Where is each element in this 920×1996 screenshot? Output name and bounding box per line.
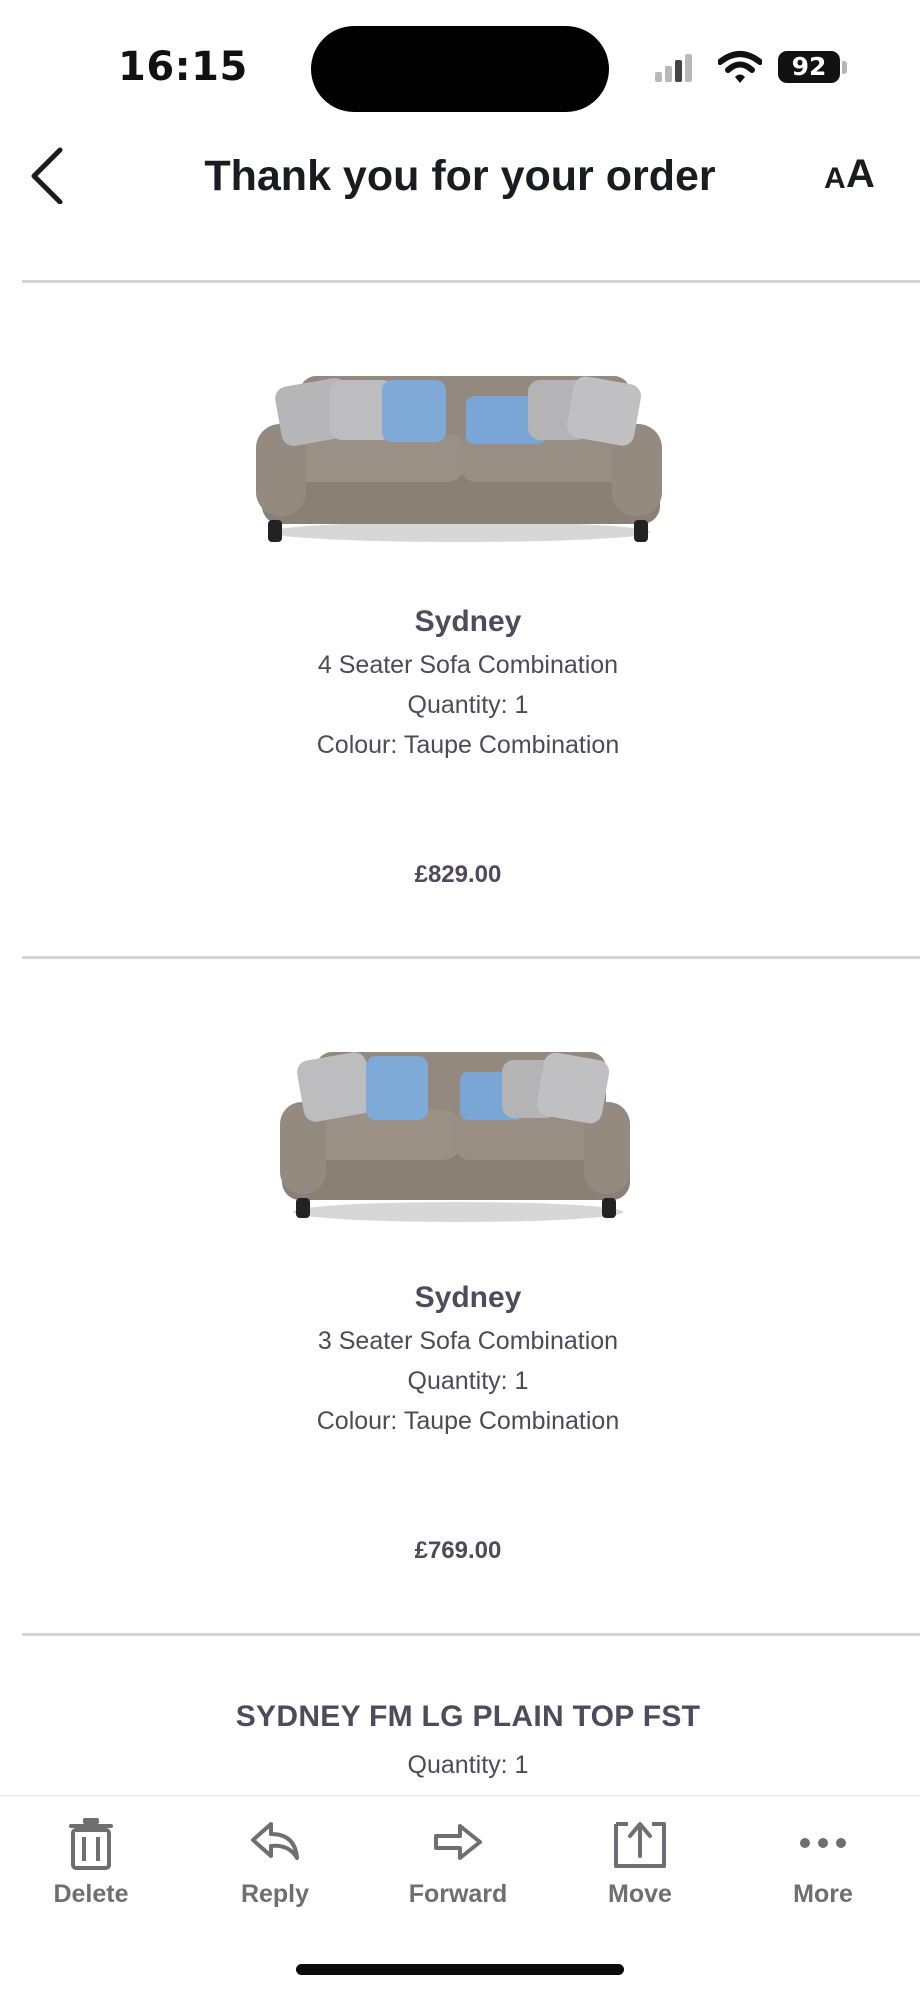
divider	[22, 1633, 920, 1636]
divider	[22, 280, 920, 283]
product-name: Sydney	[414, 1281, 522, 1314]
reply-label: Reply	[240, 1880, 310, 1908]
extra-item-quantity: Quantity: 1	[407, 1751, 529, 1779]
reply-button[interactable]: Reply	[200, 1816, 350, 1926]
product-price: £769.00	[414, 1537, 502, 1564]
move-to-folder-icon	[614, 1822, 666, 1868]
forward-button[interactable]: Forward	[383, 1816, 533, 1926]
divider	[22, 956, 920, 959]
delete-label: Delete	[53, 1880, 129, 1908]
more-button[interactable]: More	[748, 1816, 898, 1926]
wifi-icon	[718, 51, 762, 83]
product-colour: Colour: Taupe Combination	[316, 731, 620, 759]
product-price: £829.00	[414, 861, 502, 888]
trash-icon	[69, 1818, 113, 1870]
move-label: Move	[608, 1880, 672, 1908]
text-size-button[interactable]: A A	[820, 152, 880, 196]
reply-icon	[251, 1822, 299, 1860]
email-subject-title: Thank you for your order	[204, 152, 716, 200]
more-label: More	[793, 1880, 853, 1908]
sofa-image	[256, 376, 662, 542]
product-quantity: Quantity: 1	[407, 1367, 529, 1395]
move-button[interactable]: Move	[565, 1816, 715, 1926]
product-quantity: Quantity: 1	[407, 691, 529, 719]
cellular-signal-icon	[655, 52, 697, 82]
extra-item-title: SYDNEY FM LG PLAIN TOP FST	[235, 1700, 701, 1733]
forward-label: Forward	[408, 1880, 508, 1908]
dynamic-island	[311, 26, 609, 112]
more-dots-icon	[800, 1838, 846, 1848]
status-bar: 16:15 92	[0, 0, 920, 120]
product-description: 3 Seater Sofa Combination	[317, 1327, 619, 1355]
battery-indicator: 92	[778, 51, 840, 83]
home-indicator	[296, 1964, 624, 1975]
delete-button[interactable]: Delete	[16, 1816, 166, 1926]
product-colour: Colour: Taupe Combination	[316, 1407, 620, 1435]
text-size-icon: A	[824, 162, 846, 195]
product-name: Sydney	[414, 605, 522, 638]
email-header: Thank you for your order A A	[0, 130, 920, 280]
sofa-image	[280, 1052, 630, 1222]
status-time: 16:15	[118, 44, 248, 90]
battery-tip	[842, 61, 847, 74]
product-description: 4 Seater Sofa Combination	[317, 651, 619, 679]
forward-arrow-icon	[434, 1824, 482, 1860]
